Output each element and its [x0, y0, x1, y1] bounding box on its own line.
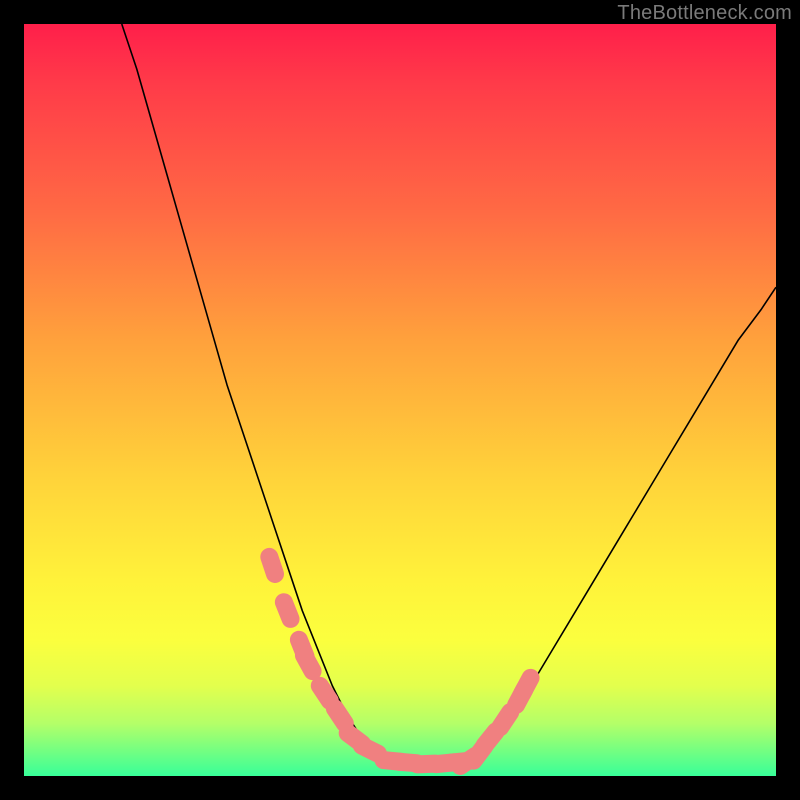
curve-marker	[362, 746, 378, 754]
curve-marker	[500, 712, 510, 727]
curve-marker	[304, 655, 313, 671]
chart-plot-area	[24, 24, 776, 776]
curve-marker	[335, 708, 345, 723]
curve-marker	[269, 557, 275, 574]
chart-svg	[24, 24, 776, 776]
curve-marker	[522, 678, 530, 694]
bottleneck-curve	[122, 24, 776, 764]
watermark-text: TheBottleneck.com	[617, 2, 792, 25]
curve-marker	[320, 686, 330, 701]
curve-marker	[284, 602, 291, 619]
